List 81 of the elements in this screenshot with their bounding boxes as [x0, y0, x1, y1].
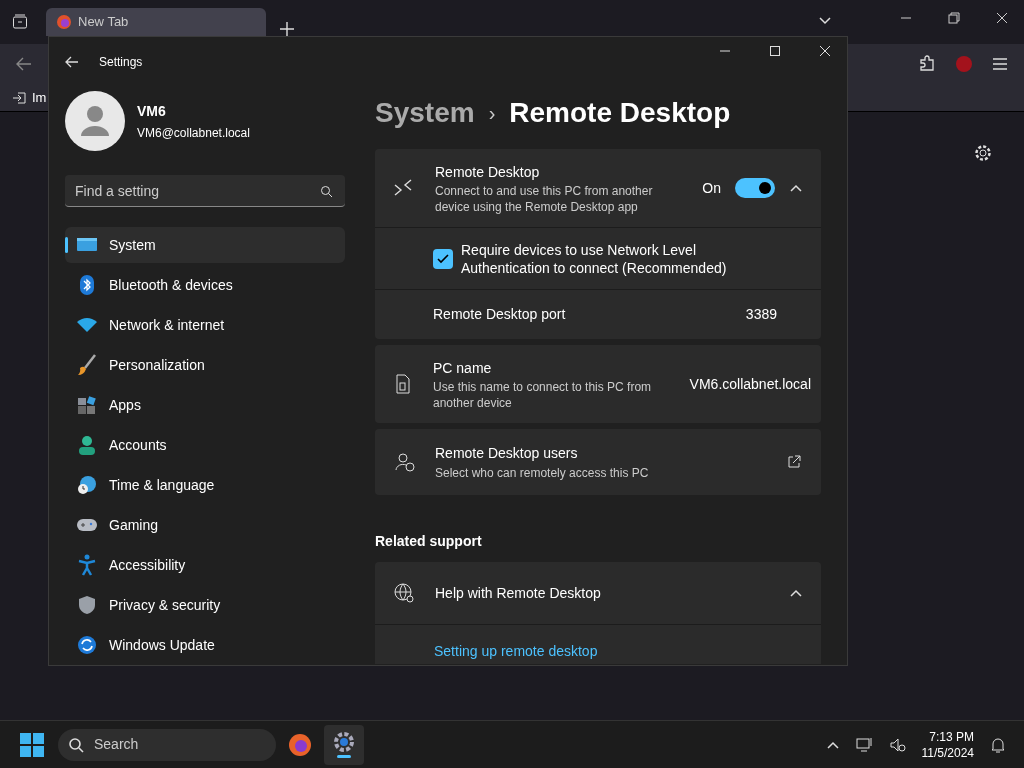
nav-item[interactable]: Personalization — [65, 347, 345, 383]
chevron-icon[interactable] — [789, 588, 803, 598]
document-icon — [395, 374, 411, 394]
update-icon — [77, 635, 97, 655]
browser-logo-icon — [56, 14, 72, 30]
setting-description: Use this name to connect to this PC from another device — [433, 378, 653, 411]
puzzle-icon[interactable] — [918, 55, 936, 73]
section-heading: Related support — [375, 532, 483, 551]
tab-list-icon[interactable] — [12, 14, 28, 30]
bookmark-label[interactable]: Im — [32, 87, 47, 108]
nav-item[interactable]: Time & language — [65, 467, 345, 503]
browser-logo-icon[interactable] — [288, 732, 312, 757]
maximize-icon[interactable] — [769, 45, 781, 57]
paintbrush-icon — [77, 354, 97, 376]
nav-item[interactable]: Windows Update — [65, 627, 345, 663]
nav-item[interactable]: Network & internet — [65, 307, 345, 343]
checkbox-label[interactable]: Require devices to use Network Level Authentication to connect (Recommended) — [461, 240, 761, 277]
toggle-state-label: On — [702, 178, 721, 198]
new-tab-icon[interactable] — [280, 22, 294, 36]
page-title: Remote Desktop — [509, 96, 731, 130]
import-icon[interactable] — [12, 90, 26, 105]
settings-app-icon[interactable] — [324, 724, 364, 765]
setting-label: Remote Desktop port — [433, 305, 567, 324]
muted-speaker-icon[interactable] — [889, 736, 906, 753]
avatar-icon[interactable] — [65, 91, 125, 151]
bluetooth-icon — [79, 274, 95, 296]
users-icon — [395, 452, 415, 472]
close-icon[interactable] — [819, 45, 831, 57]
globe-icon — [393, 582, 415, 604]
menu-icon[interactable] — [992, 57, 1008, 71]
nav-item[interactable]: Privacy & security — [65, 587, 345, 623]
nav-item[interactable]: Bluetooth & devices — [65, 267, 345, 303]
setting-title: Remote Desktop — [435, 162, 541, 182]
selection-indicator — [65, 237, 68, 253]
restore-icon[interactable] — [948, 12, 960, 24]
search-icon — [320, 185, 333, 198]
window-title: Settings — [99, 54, 143, 71]
search-field[interactable]: Find a setting — [65, 175, 345, 207]
external-link-icon[interactable] — [787, 455, 801, 469]
clock-date[interactable]: 11/5/2024 — [921, 744, 974, 761]
monitor-icon — [76, 236, 98, 254]
setting-title: Help with Remote Desktop — [435, 583, 602, 603]
help-link[interactable]: Setting up remote desktop — [434, 643, 598, 659]
user-email: VM6@collabnet.local — [137, 124, 250, 142]
browser-tab[interactable]: New Tab — [46, 8, 266, 36]
tab-overflow-icon[interactable] — [818, 16, 832, 26]
pc-name-value: VM6.collabnet.local — [689, 374, 811, 394]
toggle-switch[interactable] — [735, 178, 775, 198]
chevron-icon[interactable] — [789, 183, 803, 193]
network-icon[interactable] — [855, 736, 874, 753]
nav-item[interactable]: System — [65, 227, 345, 263]
chevron-icon[interactable] — [825, 739, 840, 750]
gamepad-icon — [76, 517, 98, 533]
user-name: VM6 — [137, 101, 167, 121]
clock-time[interactable]: 7:13 PM — [921, 728, 974, 745]
nav-item[interactable]: Accounts — [65, 427, 345, 463]
checkbox[interactable] — [433, 248, 453, 269]
nav-item[interactable]: Gaming — [65, 507, 345, 543]
bell-icon[interactable] — [990, 735, 1006, 754]
nav-item[interactable]: Apps — [65, 387, 345, 423]
taskbar-search[interactable]: Search — [58, 728, 276, 761]
setting-title: PC name — [433, 358, 493, 378]
search-icon — [68, 736, 84, 753]
remote-desktop-icon — [393, 178, 413, 198]
setting-description: Select who can remotely access this PC — [435, 464, 650, 482]
shield-icon — [78, 595, 96, 615]
breadcrumb-parent[interactable]: System — [375, 92, 475, 134]
nav-item[interactable]: Accessibility — [65, 547, 345, 583]
setting-title: Remote Desktop users — [435, 443, 579, 463]
port-value: 3389 — [745, 305, 777, 324]
person-icon — [78, 435, 96, 455]
breadcrumb-separator: › — [488, 101, 496, 126]
close-icon[interactable] — [996, 12, 1008, 24]
setting-description: Connect to and use this PC from another device using the Remote Desktop app — [435, 182, 654, 215]
checkmark-icon — [437, 253, 449, 264]
start-icon[interactable] — [20, 732, 44, 757]
wifi-icon — [76, 317, 98, 333]
globe-clock-icon — [77, 475, 97, 495]
accessibility-icon — [78, 554, 96, 576]
settings-icon[interactable] — [974, 144, 992, 162]
apps-icon — [77, 395, 97, 415]
